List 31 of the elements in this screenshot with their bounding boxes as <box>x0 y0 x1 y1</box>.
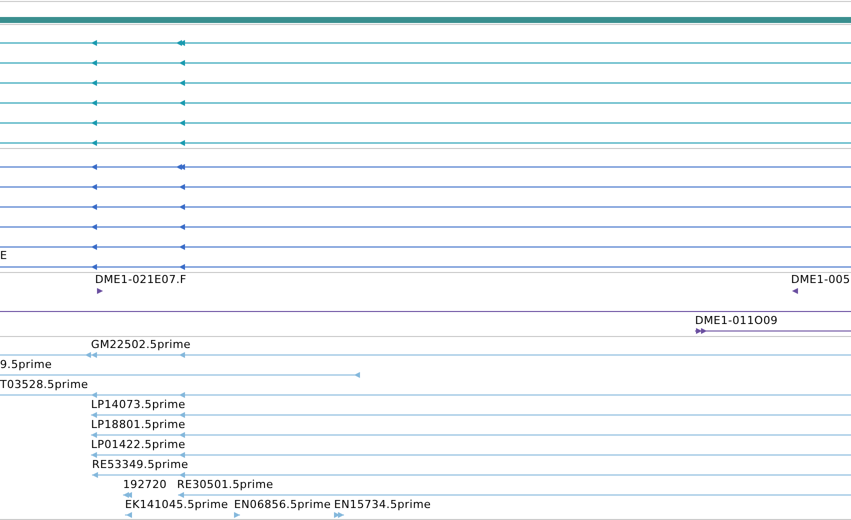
feature-glyph[interactable] <box>0 80 851 86</box>
feature-label: RE30501.5prime <box>177 478 274 492</box>
feature-label: DME1-021E07.F <box>95 273 187 287</box>
feature-glyph[interactable] <box>0 60 851 66</box>
feature-label: EN15734.5prime <box>334 498 431 512</box>
feature-glyph[interactable] <box>0 204 851 210</box>
feature-label: DME1-011O09 <box>695 314 778 328</box>
feature-label: LP14073.5prime <box>91 398 186 412</box>
feature-glyph[interactable] <box>0 224 851 230</box>
feature-glyph[interactable] <box>0 184 851 190</box>
feature-glyph[interactable] <box>0 40 851 46</box>
feature-label: EN06856.5prime <box>234 498 331 512</box>
feature-label: EK141045.5prime <box>125 498 228 512</box>
feature-glyph[interactable] <box>792 288 798 294</box>
feature-label: E <box>0 249 8 263</box>
feature-glyph[interactable] <box>0 120 851 126</box>
feature-label: DME1-005 <box>791 273 850 287</box>
feature-label: 192720 <box>123 478 167 492</box>
feature-glyph[interactable] <box>0 100 851 106</box>
feature-glyph[interactable] <box>0 244 851 250</box>
feature-label: GM22502.5prime <box>91 338 191 352</box>
feature-glyph[interactable] <box>694 328 851 334</box>
feature-label: LP01422.5prime <box>91 438 186 452</box>
feature-label: LP18801.5prime <box>91 418 186 432</box>
feature-label: RE53349.5prime <box>92 458 188 472</box>
feature-glyph[interactable] <box>0 140 851 146</box>
feature-label: T03528.5prime <box>0 378 88 392</box>
feature-glyph[interactable] <box>0 264 851 270</box>
feature-glyph[interactable] <box>97 288 103 294</box>
feature-glyph[interactable] <box>0 164 851 170</box>
feature-label: 9.5prime <box>0 358 52 372</box>
